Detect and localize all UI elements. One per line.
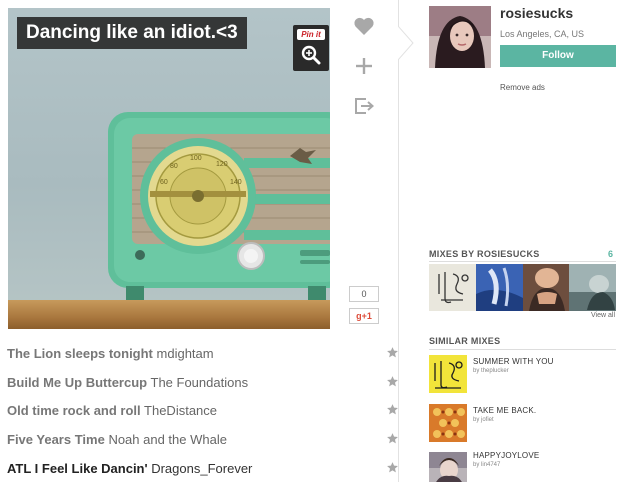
mix-title: Dancing like an idiot.<3: [17, 17, 247, 49]
section-rule: [429, 349, 616, 350]
svg-text:60: 60: [160, 179, 168, 186]
track-artist: The Foundations: [150, 375, 249, 390]
track-row[interactable]: Old time rock and roll TheDistance: [7, 403, 217, 418]
similar-mix-thumbnail[interactable]: [429, 355, 467, 393]
profile-location: Los Angeles, CA, US: [500, 29, 585, 39]
section-rule: [429, 261, 616, 262]
star-icon[interactable]: [386, 461, 399, 474]
like-heart-icon[interactable]: [352, 14, 376, 38]
track-artist: Dragons_Forever: [151, 461, 253, 476]
track-artist: TheDistance: [144, 403, 218, 418]
pin-zoom-panel: Pin it: [293, 25, 329, 71]
track-title: Build Me Up Buttercup: [7, 375, 148, 390]
track-row[interactable]: Build Me Up Buttercup The Foundations: [7, 375, 248, 390]
track-artist: Noah and the Whale: [108, 432, 227, 447]
track-title: The Lion sleeps tonight: [7, 346, 153, 361]
google-plus-button[interactable]: g+1: [349, 308, 379, 324]
track-title: ATL I Feel Like Dancin': [7, 461, 148, 476]
svg-text:140: 140: [230, 179, 242, 186]
star-icon[interactable]: [386, 403, 399, 416]
mixes-by-heading: MIXES BY ROSIESUCKS: [429, 249, 540, 259]
mix-thumbnail[interactable]: [569, 264, 616, 311]
zoom-icon[interactable]: [301, 45, 321, 65]
similar-mix-title[interactable]: HAPPYJOYLOVE: [473, 451, 539, 460]
share-count: 0: [349, 286, 379, 302]
similar-mix-thumbnail[interactable]: [429, 404, 467, 442]
share-export-icon[interactable]: [352, 94, 376, 118]
profile-username[interactable]: rosiesucks: [500, 5, 573, 21]
svg-text:120: 120: [216, 161, 228, 168]
vintage-radio-illustration: 80 100 120 60 140: [108, 112, 330, 300]
similar-mix-author[interactable]: by jofiet: [473, 417, 494, 423]
pin-it-button[interactable]: Pin it: [297, 29, 325, 40]
track-row[interactable]: ATL I Feel Like Dancin' Dragons_Forever: [7, 461, 252, 476]
mix-thumbnail[interactable]: [429, 264, 476, 311]
track-artist: mdightam: [156, 346, 214, 361]
similar-mixes-heading: SIMILAR MIXES: [429, 336, 501, 346]
svg-text:80: 80: [170, 163, 178, 170]
view-all-link[interactable]: View all: [591, 312, 615, 319]
divider-pointer: [398, 26, 414, 60]
remove-ads-link[interactable]: Remove ads: [500, 83, 545, 92]
star-icon[interactable]: [386, 346, 399, 359]
track-row[interactable]: The Lion sleeps tonight mdightam: [7, 346, 214, 361]
similar-mix-title[interactable]: SUMMER WITH YOU: [473, 357, 554, 366]
similar-mix-author[interactable]: by lin4747: [473, 462, 500, 468]
mixes-by-count[interactable]: 6: [608, 249, 613, 259]
svg-text:100: 100: [190, 155, 202, 162]
track-row[interactable]: Five Years Time Noah and the Whale: [7, 432, 227, 447]
mix-thumbnail[interactable]: [522, 264, 570, 311]
mix-cover-image[interactable]: 80 100 120 60 140 Dancing like an idiot.<3 …: [8, 8, 330, 329]
similar-mix-title[interactable]: TAKE ME BACK.: [473, 406, 536, 415]
track-title: Old time rock and roll: [7, 403, 141, 418]
track-title: Five Years Time: [7, 432, 105, 447]
similar-mix-author[interactable]: by theplucker: [473, 368, 509, 374]
star-icon[interactable]: [386, 432, 399, 445]
avatar[interactable]: [429, 6, 491, 68]
mixes-by-thumbnails: [429, 264, 616, 311]
star-icon[interactable]: [386, 375, 399, 388]
mix-thumbnail[interactable]: [475, 264, 523, 311]
add-plus-icon[interactable]: [352, 54, 376, 78]
follow-button[interactable]: Follow: [500, 45, 616, 67]
similar-mix-thumbnail[interactable]: [429, 452, 467, 482]
